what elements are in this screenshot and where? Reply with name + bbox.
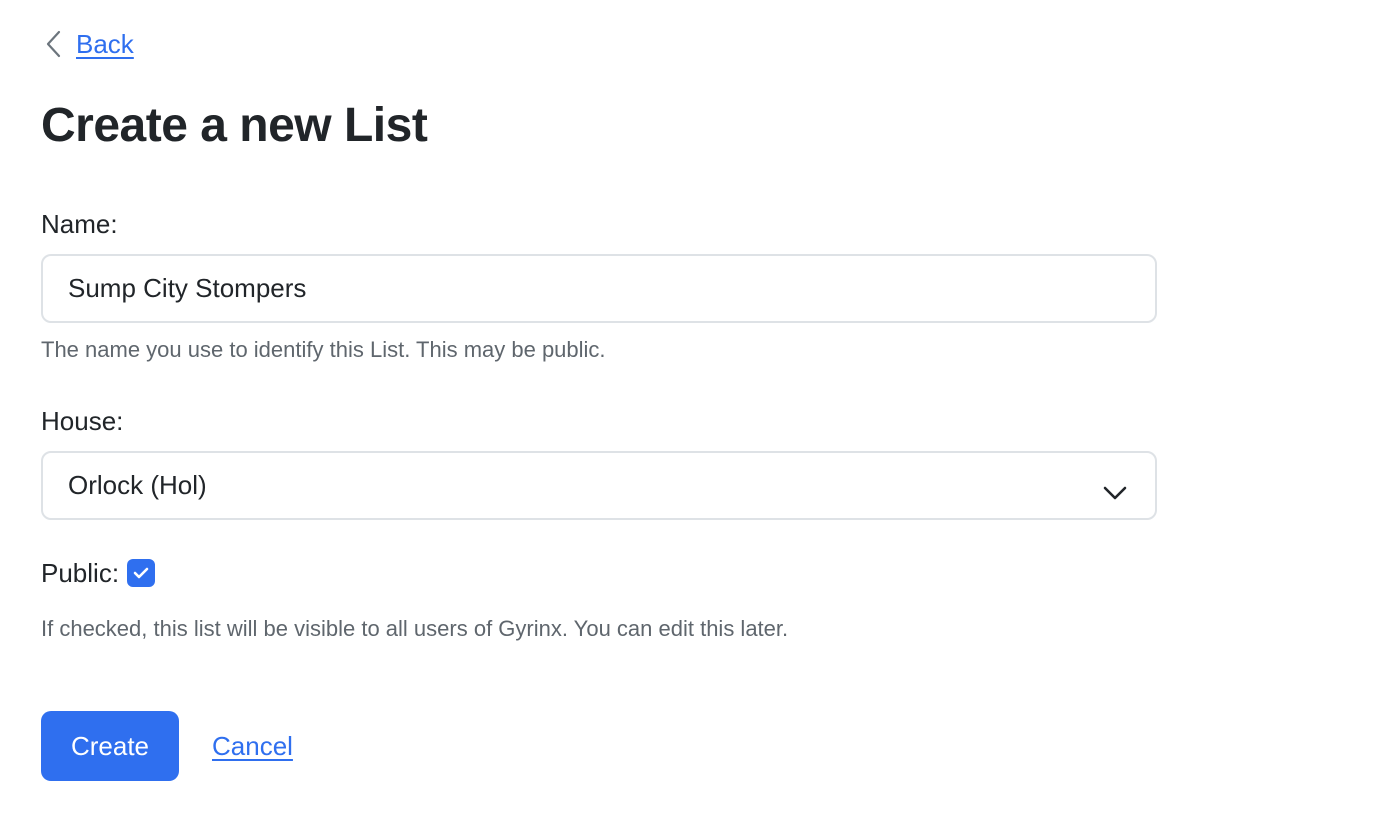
- create-button[interactable]: Create: [41, 711, 179, 781]
- name-input[interactable]: [68, 273, 1155, 304]
- back-nav: Back: [44, 26, 134, 62]
- name-field[interactable]: [41, 254, 1157, 323]
- back-link[interactable]: Back: [76, 29, 134, 60]
- name-label: Name:: [41, 209, 118, 239]
- public-label: Public:: [41, 557, 120, 588]
- public-checkbox[interactable]: [127, 559, 156, 587]
- public-row: Public:: [41, 556, 156, 590]
- create-list-page: Back Create a new List Name: The name yo…: [0, 0, 1400, 840]
- page-title: Create a new List: [41, 99, 428, 152]
- cancel-link[interactable]: Cancel: [212, 729, 293, 763]
- public-help-text: If checked, this list will be visible to…: [41, 616, 789, 641]
- house-select[interactable]: Orlock (Hol): [41, 451, 1157, 520]
- chevron-down-icon: [1103, 477, 1127, 508]
- chevron-left-icon[interactable]: [44, 29, 62, 59]
- checkmark-icon: [133, 567, 149, 579]
- house-label: House:: [41, 406, 124, 436]
- house-selected-value: Orlock (Hol): [68, 470, 207, 500]
- name-help-text: The name you use to identify this List. …: [41, 337, 606, 362]
